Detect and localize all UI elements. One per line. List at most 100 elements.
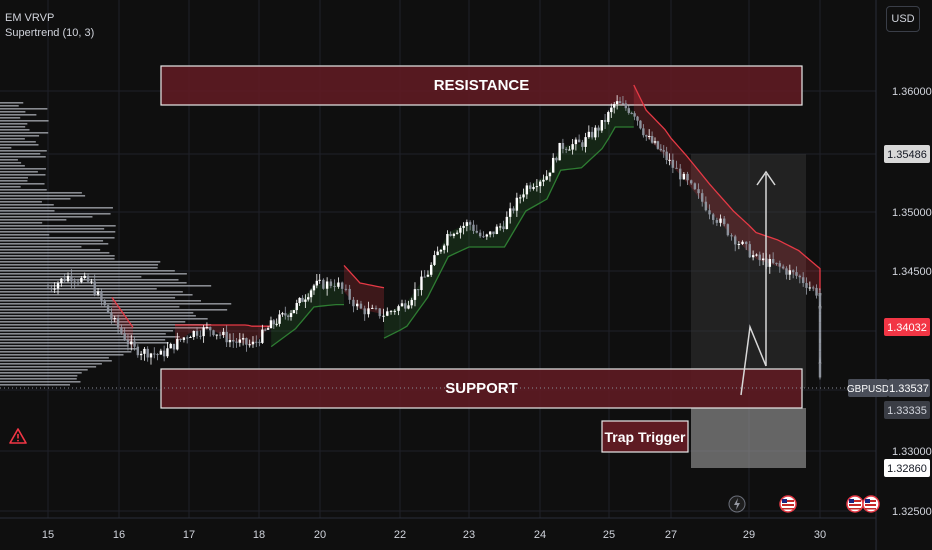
volume-profile-bar bbox=[0, 279, 179, 281]
volume-profile-bar bbox=[0, 297, 176, 299]
volume-profile-bar bbox=[0, 132, 49, 134]
volume-profile-bar bbox=[0, 351, 132, 353]
time-tick: 25 bbox=[603, 529, 615, 541]
price-tick: 1.33000 bbox=[892, 446, 932, 458]
projection-stop-box bbox=[691, 408, 806, 468]
volume-profile-bar bbox=[0, 336, 180, 338]
currency-button[interactable]: USD bbox=[886, 6, 920, 32]
candle bbox=[639, 120, 642, 130]
time-tick: 27 bbox=[665, 529, 677, 541]
candle bbox=[558, 142, 561, 161]
volume-profile-bar bbox=[0, 342, 169, 344]
time-tick: 17 bbox=[183, 529, 195, 541]
volume-profile-bar bbox=[0, 141, 36, 143]
volume-profile-bar bbox=[0, 225, 116, 227]
volume-profile-bar bbox=[0, 168, 47, 170]
last-price-text: 1.33537 bbox=[889, 383, 929, 395]
volume-profile-bar bbox=[0, 285, 212, 287]
volume-profile-bar bbox=[0, 138, 25, 140]
support-low-text: 1.33335 bbox=[887, 405, 927, 417]
volume-profile-bar bbox=[0, 150, 47, 152]
volume-profile-bar bbox=[0, 360, 112, 362]
time-tick: 22 bbox=[394, 529, 406, 541]
volume-profile-bar bbox=[0, 381, 81, 383]
volume-profile-bar bbox=[0, 339, 166, 341]
volume-profile-bar bbox=[0, 102, 24, 104]
volume-profile-bar bbox=[0, 180, 28, 182]
volume-profile-bar bbox=[0, 315, 196, 317]
volume-profile-bar bbox=[0, 312, 194, 314]
volume-profile-bar bbox=[0, 120, 49, 122]
volume-profile-bar bbox=[0, 318, 208, 320]
volume-profile-bar bbox=[0, 348, 138, 350]
volume-profile-bar bbox=[0, 270, 175, 272]
resistance-label: RESISTANCE bbox=[433, 77, 530, 94]
volume-profile-bar bbox=[0, 213, 111, 215]
candle bbox=[726, 223, 730, 237]
time-tick: 24 bbox=[534, 529, 546, 541]
time-tick: 18 bbox=[253, 529, 265, 541]
volume-profile-bar bbox=[0, 243, 109, 245]
trap-trigger-label: Trap Trigger bbox=[604, 428, 686, 445]
volume-profile-bar bbox=[0, 252, 110, 254]
stop-price-text: 1.32860 bbox=[887, 463, 927, 475]
legend-item-vrvp[interactable]: EM VRVP bbox=[5, 11, 94, 26]
volume-profile-bar bbox=[0, 162, 22, 164]
volume-profile-bar bbox=[0, 114, 37, 116]
volume-profile-bar bbox=[0, 186, 21, 188]
volume-profile-bar bbox=[0, 282, 187, 284]
volume-profile-bar bbox=[0, 144, 39, 146]
volume-profile-bar bbox=[0, 291, 183, 293]
volume-profile-bar bbox=[0, 171, 38, 173]
candle bbox=[693, 182, 697, 190]
price-tick: 1.35000 bbox=[892, 207, 932, 219]
time-tick: 30 bbox=[814, 529, 826, 541]
volume-profile-bar bbox=[0, 333, 166, 335]
volume-profile-bar bbox=[0, 108, 48, 110]
volume-profile-bar bbox=[0, 228, 105, 230]
time-tick: 16 bbox=[113, 529, 125, 541]
volume-profile-bar bbox=[0, 363, 102, 365]
supertrend-price-text: 1.34032 bbox=[887, 322, 927, 334]
legend-item-supertrend[interactable]: Supertrend (10, 3) bbox=[5, 26, 94, 41]
volume-profile-bar bbox=[0, 273, 187, 275]
volume-profile-bar bbox=[0, 234, 50, 236]
event-icon-us-flag[interactable] bbox=[779, 495, 797, 513]
volume-profile-bar bbox=[0, 159, 18, 161]
volume-profile-bar bbox=[0, 183, 45, 185]
price-tick: 1.32500 bbox=[892, 506, 932, 518]
volume-profile-bar bbox=[0, 189, 47, 191]
volume-profile-bar bbox=[0, 126, 26, 128]
event-icon-us-flag[interactable] bbox=[846, 495, 864, 513]
volume-profile-bar bbox=[0, 375, 78, 377]
volume-profile-bar bbox=[0, 207, 113, 209]
volume-profile-bar bbox=[0, 177, 28, 179]
volume-profile-bar bbox=[0, 192, 82, 194]
volume-profile-bar bbox=[0, 249, 101, 251]
volume-profile-bar bbox=[0, 216, 93, 218]
volume-profile-bar bbox=[0, 369, 88, 371]
volume-profile-bar bbox=[0, 201, 42, 203]
volume-profile-bar bbox=[0, 288, 157, 290]
volume-profile-bar bbox=[0, 330, 174, 332]
volume-profile-bar bbox=[0, 117, 21, 119]
time-tick: 23 bbox=[463, 529, 475, 541]
event-icon-lightning[interactable] bbox=[728, 495, 746, 513]
volume-profile-bar bbox=[0, 135, 40, 137]
candle bbox=[322, 278, 325, 290]
volume-profile-bar bbox=[0, 354, 124, 356]
volume-profile-bar bbox=[0, 147, 12, 149]
volume-profile-bar bbox=[0, 345, 129, 347]
volume-profile-bar bbox=[0, 198, 71, 200]
indicator-legend[interactable]: EM VRVP Supertrend (10, 3) bbox=[5, 11, 94, 41]
volume-profile-bar bbox=[0, 240, 104, 242]
event-icon-us-flag[interactable] bbox=[862, 495, 880, 513]
warning-icon[interactable] bbox=[9, 427, 27, 445]
volume-profile-bar bbox=[0, 222, 43, 224]
volume-profile-bar bbox=[0, 105, 19, 107]
volume-profile-bar bbox=[0, 294, 193, 296]
volume-profile-bar bbox=[0, 261, 161, 263]
price-tick: 1.36000 bbox=[892, 86, 932, 98]
volume-profile-bar bbox=[0, 372, 82, 374]
volume-profile-bar bbox=[0, 258, 115, 260]
